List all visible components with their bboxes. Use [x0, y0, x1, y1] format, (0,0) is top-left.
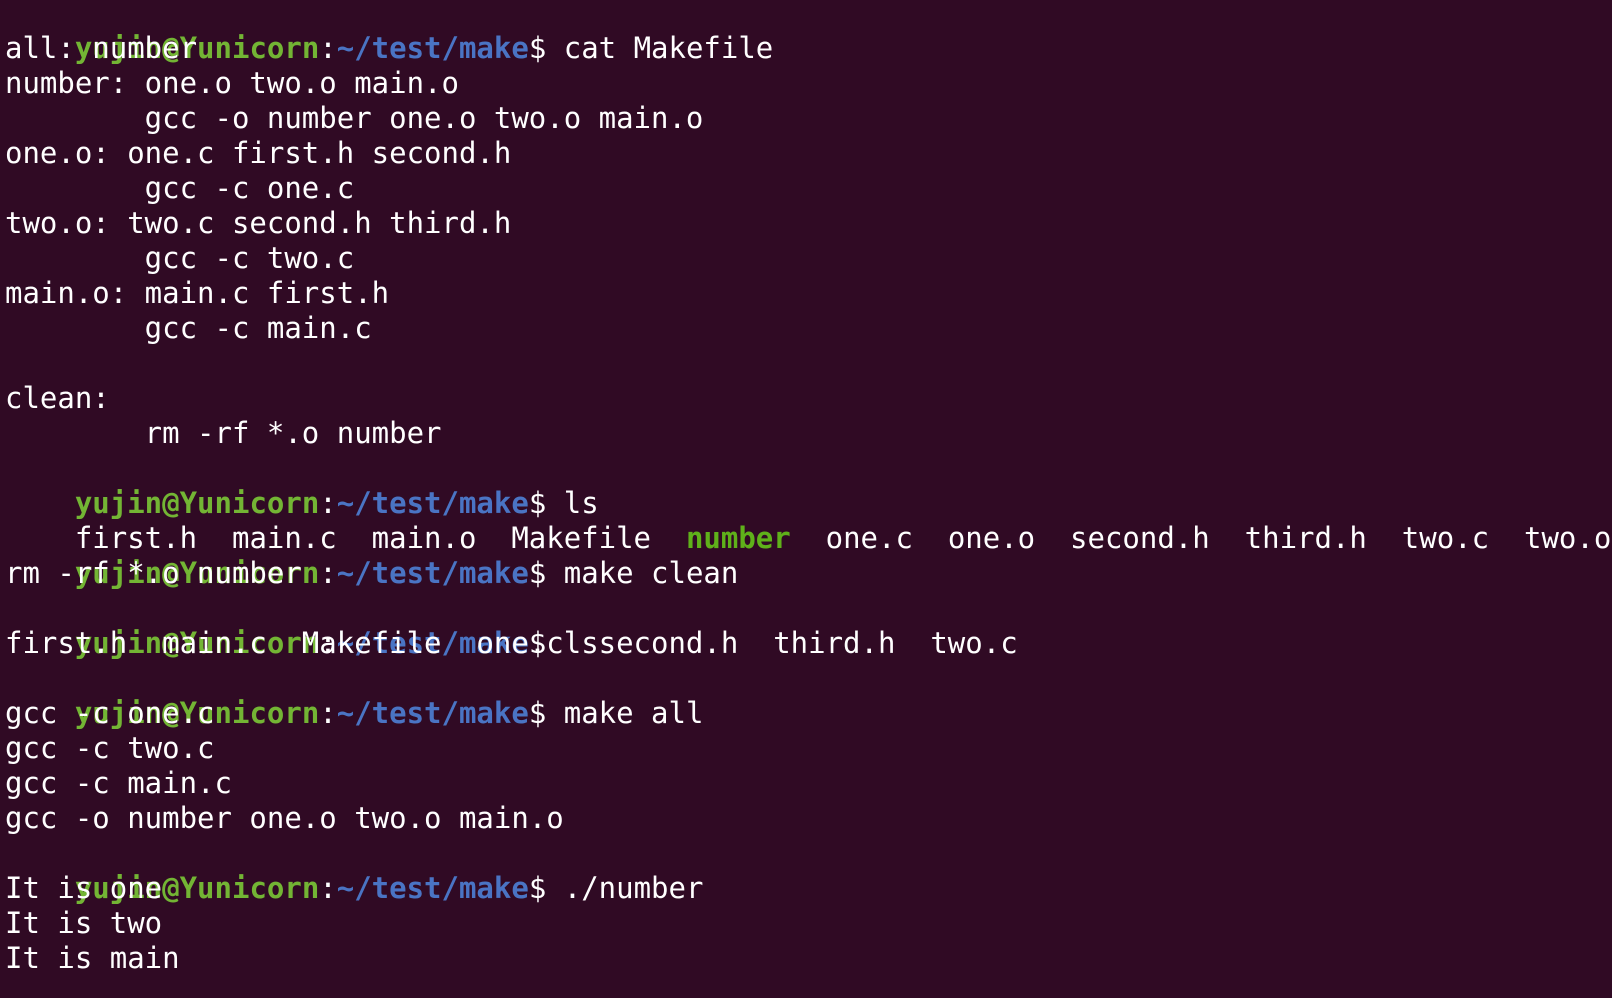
prompt-colon: : [319, 696, 337, 730]
output-line: gcc -c two.c [5, 241, 355, 275]
command-text: ./number [546, 871, 704, 905]
prompt-dollar: $ [528, 696, 547, 730]
terminal-output[interactable]: yujin@Yunicorn:~/test/make$ cat Makefile… [0, 0, 1612, 994]
output-line: gcc -o number one.o two.o main.o [5, 801, 564, 835]
ls-files-before: first.h main.c main.o Makefile [74, 521, 686, 555]
output-line: rm -rf *.o number [5, 416, 442, 450]
prompt-line: yujin@Yunicorn:~/test/make$ ./number [5, 836, 1612, 905]
prompt-colon: : [319, 556, 337, 590]
executable-file: number [685, 521, 791, 555]
output-line: gcc -c one.c [5, 171, 355, 205]
output-line: It is main [5, 941, 180, 975]
prompt-line: yujin@Yunicorn:~/test/make$ make all [5, 661, 1612, 730]
command-text: cat Makefile [546, 31, 774, 65]
prompt-path: ~/test/make [336, 31, 529, 65]
output-line: It is two [5, 906, 163, 940]
prompt-dollar: $ [528, 871, 547, 905]
prompt-path: ~/test/make [336, 556, 529, 590]
prompt-colon: : [319, 871, 337, 905]
prompt-colon: : [319, 31, 337, 65]
command-text: make all [546, 696, 704, 730]
command-text: make clean [546, 556, 739, 590]
prompt-line: yujin@Yunicorn:~/test/make$ ls [5, 591, 1612, 660]
output-line: gcc -c main.c [5, 766, 232, 800]
output-line: rm -rf *.o number [5, 556, 302, 590]
prompt-dollar: $ [528, 31, 547, 65]
output-line: one.o: one.c first.h second.h [5, 136, 512, 170]
prompt-path: ~/test/make [336, 696, 529, 730]
output-line: clean: [5, 381, 110, 415]
ls-files-after: one.c one.o second.h third.h two.c two.o [790, 521, 1612, 555]
output-line: first.h main.c Makefile one.c second.h t… [5, 626, 1018, 660]
prompt-user-host: yujin@Yunicorn [74, 486, 320, 520]
output-line: gcc -o number one.o two.o main.o [5, 101, 704, 135]
output-line: gcc -c main.c [5, 311, 372, 345]
output-line: number: one.o two.o main.o [5, 66, 459, 100]
output-line: main.o: main.c first.h [5, 276, 390, 310]
command-text: ls [546, 486, 599, 520]
prompt-dollar: $ [528, 556, 547, 590]
prompt-dollar: $ [528, 486, 547, 520]
output-line: two.o: two.c second.h third.h [5, 206, 512, 240]
prompt-colon: : [319, 486, 337, 520]
prompt-path: ~/test/make [336, 486, 529, 520]
output-line: gcc -c two.c [5, 731, 215, 765]
prompt-path: ~/test/make [336, 871, 529, 905]
prompt-line: yujin@Yunicorn:~/test/make$ ls [5, 451, 1612, 520]
prompt-line: yujin@Yunicorn:~/test/make$ cat Makefile [5, 0, 1612, 65]
